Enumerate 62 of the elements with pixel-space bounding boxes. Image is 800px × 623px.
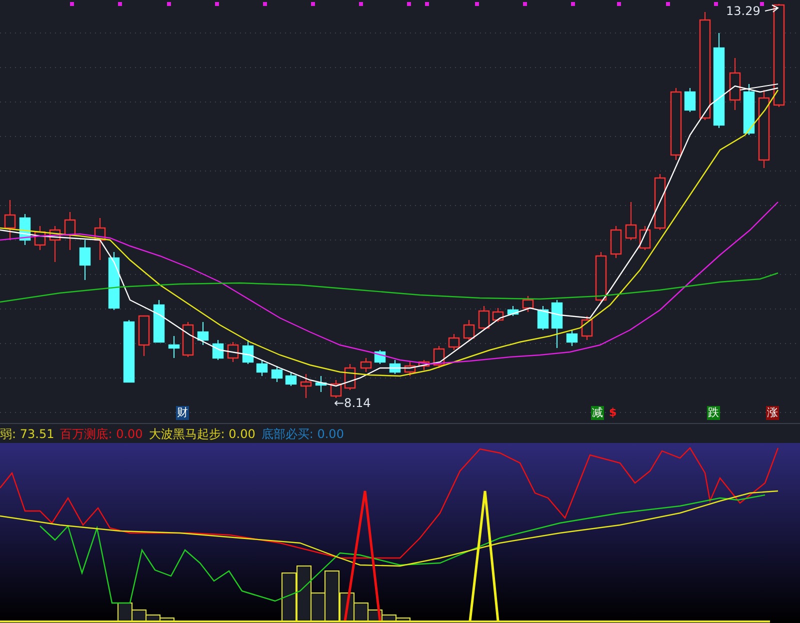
candlestick <box>4 200 16 240</box>
candlestick <box>197 322 209 346</box>
leader-line <box>740 84 778 90</box>
candlestick <box>182 322 194 358</box>
signal-marker: 减 <box>591 406 604 420</box>
candlestick <box>19 214 31 246</box>
candlestick <box>256 360 268 376</box>
candlestick <box>551 300 563 348</box>
indicator-reading: 弱: 73.51 <box>0 426 54 440</box>
signal-marker: 跌 <box>707 406 720 420</box>
candlestick <box>433 346 445 368</box>
candlestick <box>374 350 386 364</box>
candlestick <box>684 88 696 112</box>
indicator-reading: 百万测底: 0.00 <box>60 426 143 440</box>
candlestick <box>360 358 372 372</box>
indicator-reading: 大波黑马起步: 0.00 <box>148 426 256 440</box>
histogram-bar <box>282 572 296 622</box>
candlestick <box>625 202 637 240</box>
candlestick <box>537 306 549 330</box>
candlestick <box>315 376 327 392</box>
candlestick <box>300 374 312 398</box>
candlestick <box>639 226 651 250</box>
candlestick <box>448 334 460 350</box>
candlestick <box>227 342 239 362</box>
candlestick <box>168 336 180 358</box>
candlestick <box>271 366 283 382</box>
candlestick <box>610 226 622 258</box>
candlestick <box>743 84 755 136</box>
candlestick <box>492 308 504 322</box>
low-price-label: ←8.14 <box>334 396 371 410</box>
indicator-reading: 底部必买: 0.00 <box>261 426 344 440</box>
candlestick <box>507 306 519 316</box>
candlestick <box>138 315 150 356</box>
candlestick <box>729 58 741 110</box>
candlestick <box>595 252 607 302</box>
candlestick <box>79 240 91 280</box>
candlestick <box>522 296 534 312</box>
candlestick <box>123 320 135 383</box>
candlestick <box>478 306 490 330</box>
candlestick <box>404 362 416 376</box>
candlestick <box>581 316 593 340</box>
candlestick <box>566 330 578 346</box>
candlestick <box>242 340 254 364</box>
signal-marker: 涨 <box>766 406 779 420</box>
leader-line <box>764 4 779 12</box>
candlestick <box>153 300 165 343</box>
candlestick <box>418 360 430 370</box>
candlestick <box>212 340 224 360</box>
candlestick <box>344 364 356 390</box>
candlestick <box>330 380 342 398</box>
candlestick <box>49 226 61 262</box>
signal-marker: $ <box>608 406 618 420</box>
candlestick <box>108 252 120 310</box>
high-price-label: 13.29 <box>726 4 760 18</box>
candlestick <box>463 320 475 340</box>
signal-marker: 财 <box>176 406 189 420</box>
candlestick <box>34 226 46 250</box>
candlestick <box>64 212 76 250</box>
candlestick <box>654 174 666 230</box>
candlestick <box>389 360 401 374</box>
candlestick <box>285 372 297 386</box>
candlestick <box>94 218 106 260</box>
